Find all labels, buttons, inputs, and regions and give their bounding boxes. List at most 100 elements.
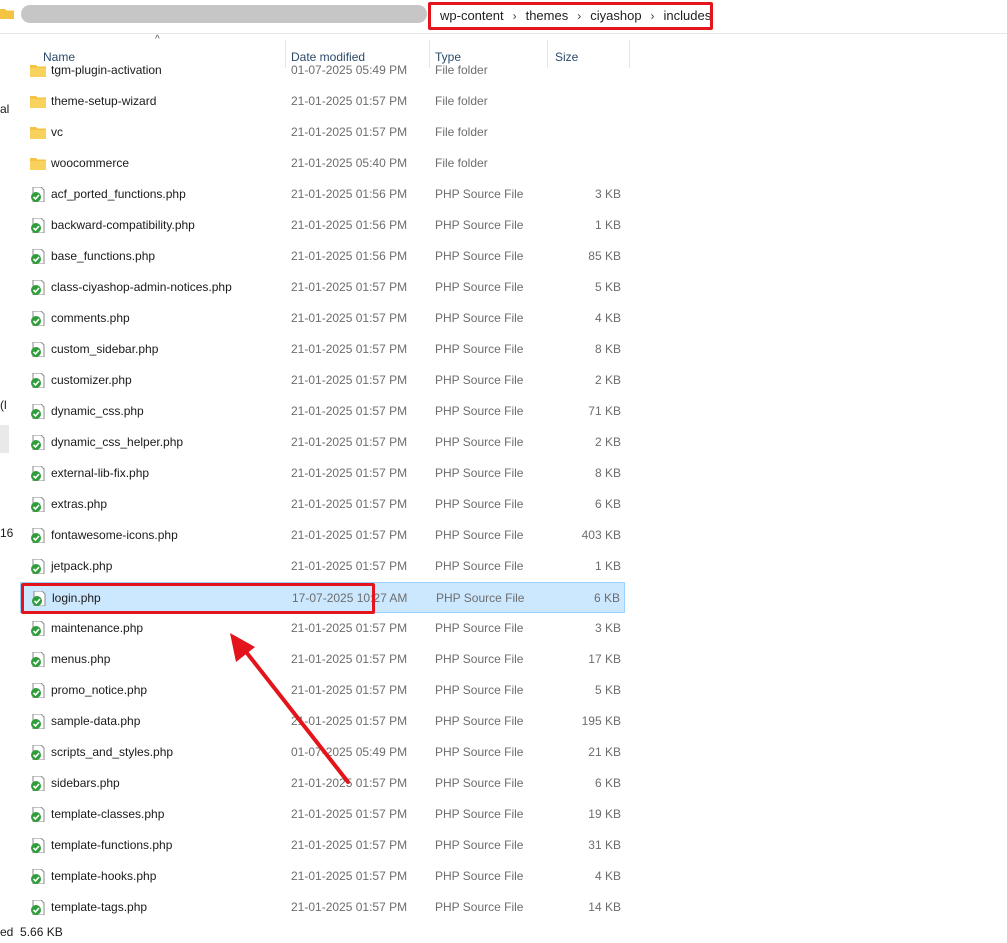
- file-date: 21-01-2025 01:57 PM: [291, 466, 408, 480]
- file-date: 21-01-2025 01:57 PM: [291, 435, 408, 449]
- file-date: 21-01-2025 01:57 PM: [291, 94, 408, 108]
- file-type: PHP Source File: [435, 342, 524, 356]
- php-file-icon: [31, 435, 45, 450]
- folder-icon: [0, 9, 14, 19]
- file-row[interactable]: fontawesome-icons.php 21-01-2025 01:57 PM…: [20, 520, 625, 551]
- file-row[interactable]: dynamic_css_helper.php 21-01-2025 01:57 P…: [20, 427, 625, 458]
- file-row[interactable]: extras.php 21-01-2025 01:57 PM PHP Source …: [20, 489, 625, 520]
- file-name: class-ciyashop-admin-notices.php: [51, 280, 232, 294]
- file-name: custom_sidebar.php: [51, 342, 159, 356]
- file-date: 21-01-2025 01:56 PM: [291, 218, 408, 232]
- file-size: 6 KB: [594, 776, 621, 790]
- file-row[interactable]: sample-data.php 21-01-2025 01:57 PM PHP So…: [20, 706, 625, 737]
- file-type: PHP Source File: [435, 218, 524, 232]
- file-date: 21-01-2025 01:57 PM: [291, 404, 408, 418]
- file-type: PHP Source File: [435, 466, 524, 480]
- file-row[interactable]: jetpack.php 21-01-2025 01:57 PM PHP Source…: [20, 551, 625, 582]
- column-name[interactable]: Name: [20, 40, 286, 68]
- file-row[interactable]: acf_ported_functions.php 21-01-2025 01:56…: [20, 179, 625, 210]
- file-size: 19 KB: [588, 807, 621, 821]
- file-size: 4 KB: [594, 869, 621, 883]
- php-file-icon: [31, 528, 45, 543]
- file-type: PHP Source File: [435, 807, 524, 821]
- file-row[interactable]: class-ciyashop-admin-notices.php 21-01-20…: [20, 272, 625, 303]
- file-size: 17 KB: [588, 652, 621, 666]
- file-row[interactable]: external-lib-fix.php 21-01-2025 01:57 PM P…: [20, 458, 625, 489]
- file-type: PHP Source File: [435, 745, 524, 759]
- file-row[interactable]: scripts_and_styles.php 01-07-2025 05:49 P…: [20, 737, 625, 768]
- column-type[interactable]: Type: [430, 40, 548, 68]
- file-size: 5 KB: [594, 683, 621, 697]
- file-row[interactable]: woocommerce 21-01-2025 05:40 PM File folde…: [20, 148, 625, 179]
- breadcrumb-highlight-box: [428, 2, 713, 30]
- file-date: 21-01-2025 01:57 PM: [291, 714, 408, 728]
- file-date: 21-01-2025 01:57 PM: [291, 280, 408, 294]
- file-date: 21-01-2025 01:57 PM: [291, 559, 408, 573]
- file-row[interactable]: vc 21-01-2025 01:57 PM File folder: [20, 117, 625, 148]
- file-row[interactable]: template-classes.php 21-01-2025 01:57 PM P…: [20, 799, 625, 830]
- status-selected-size: 5.66 KB: [20, 925, 63, 939]
- php-file-icon: [31, 621, 45, 636]
- file-row[interactable]: template-hooks.php 21-01-2025 01:57 PM PHP…: [20, 861, 625, 892]
- file-name: fontawesome-icons.php: [51, 528, 178, 542]
- file-type: PHP Source File: [435, 249, 524, 263]
- file-row[interactable]: sidebars.php 21-01-2025 01:57 PM PHP Sourc…: [20, 768, 625, 799]
- file-name: sidebars.php: [51, 776, 120, 790]
- file-row[interactable]: backward-compatibility.php 21-01-2025 01:…: [20, 210, 625, 241]
- php-file-icon: [31, 373, 45, 388]
- file-name: base_functions.php: [51, 249, 156, 263]
- file-date: 21-01-2025 01:57 PM: [291, 652, 408, 666]
- file-date: 01-07-2025 05:49 PM: [291, 63, 408, 77]
- status-fragment: ed: [0, 925, 14, 939]
- file-row[interactable]: maintenance.php 21-01-2025 01:57 PM PHP So…: [20, 613, 625, 644]
- file-name: customizer.php: [51, 373, 132, 387]
- file-row[interactable]: theme-setup-wizard 21-01-2025 01:57 PM Fil…: [20, 86, 625, 117]
- file-size: 6 KB: [593, 591, 620, 605]
- file-type: File folder: [435, 125, 488, 139]
- address-bar[interactable]: wp-content › themes › ciyashop › include…: [0, 0, 1007, 34]
- php-file-icon: [31, 807, 45, 822]
- file-date: 01-07-2025 05:49 PM: [291, 745, 408, 759]
- file-date: 21-01-2025 01:57 PM: [291, 869, 408, 883]
- column-size[interactable]: Size: [548, 40, 630, 68]
- file-row[interactable]: comments.php 21-01-2025 01:57 PM PHP Sourc…: [20, 303, 625, 334]
- file-type: PHP Source File: [435, 869, 524, 883]
- nav-pane-fragment: 16: [0, 526, 14, 540]
- column-size-label: Size: [555, 50, 579, 64]
- file-name: promo_notice.php: [51, 683, 148, 697]
- file-date: 21-01-2025 01:57 PM: [291, 497, 408, 511]
- column-date-label: Date modified: [291, 50, 366, 64]
- file-row[interactable]: dynamic_css.php 21-01-2025 01:57 PM PHP So…: [20, 396, 625, 427]
- php-file-icon: [31, 280, 45, 295]
- file-name: jetpack.php: [51, 559, 113, 573]
- php-file-icon: [31, 218, 45, 233]
- php-file-icon: [31, 838, 45, 853]
- file-size: 71 KB: [588, 404, 621, 418]
- file-type: File folder: [435, 94, 488, 108]
- status-bar: ed 5.66 KB: [0, 925, 63, 939]
- file-type: PHP Source File: [435, 373, 524, 387]
- php-file-icon: [31, 311, 45, 326]
- nav-pane-fragment: al: [0, 102, 10, 116]
- file-row[interactable]: promo_notice.php 21-01-2025 01:57 PM PHP S…: [20, 675, 625, 706]
- file-name: dynamic_css_helper.php: [51, 435, 184, 449]
- file-row[interactable]: customizer.php 21-01-2025 01:57 PM PHP Sou…: [20, 365, 625, 396]
- nav-pane-fragment: (l: [0, 398, 7, 412]
- php-file-icon: [31, 342, 45, 357]
- php-file-icon: [31, 466, 45, 481]
- file-row[interactable]: template-functions.php 21-01-2025 01:57 P…: [20, 830, 625, 861]
- file-name: template-classes.php: [51, 807, 165, 821]
- file-name: tgm-plugin-activation: [51, 63, 162, 77]
- file-name: extras.php: [51, 497, 108, 511]
- file-name: backward-compatibility.php: [51, 218, 195, 232]
- nav-pane-scrollbar[interactable]: [0, 425, 9, 453]
- folder-icon: [30, 65, 46, 77]
- file-date: 21-01-2025 01:56 PM: [291, 249, 408, 263]
- column-date-modified[interactable]: Date modified: [286, 40, 430, 68]
- file-row[interactable]: template-tags.php 21-01-2025 01:57 PM PHP …: [20, 892, 625, 923]
- file-name: vc: [51, 125, 63, 139]
- file-row[interactable]: custom_sidebar.php 21-01-2025 01:57 PM PHP…: [20, 334, 625, 365]
- file-row[interactable]: menus.php 21-01-2025 01:57 PM PHP Source F…: [20, 644, 625, 675]
- file-type: PHP Source File: [435, 311, 524, 325]
- file-row[interactable]: base_functions.php 21-01-2025 01:56 PM PHP…: [20, 241, 625, 272]
